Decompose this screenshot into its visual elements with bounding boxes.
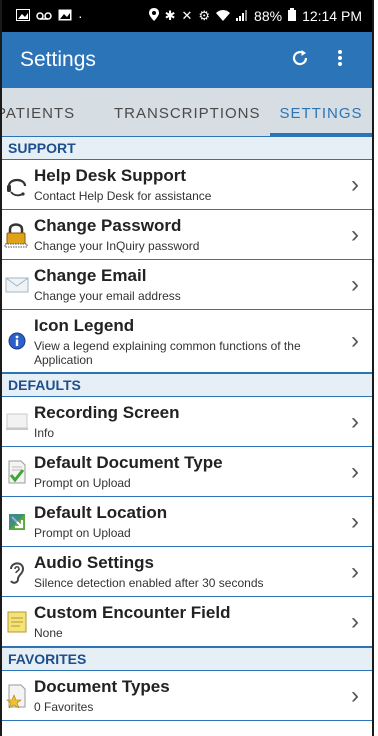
location-pin-icon — [148, 8, 159, 24]
note-icon — [2, 610, 32, 634]
tab-patients[interactable]: PATIENTS — [2, 105, 75, 136]
help-desk-support-row[interactable]: Help Desk Support Contact Help Desk for … — [2, 160, 372, 210]
row-title: Change Email — [34, 266, 147, 285]
battery-percent: 88% — [254, 8, 283, 24]
image-icon — [58, 9, 72, 24]
clock: 12:14 PM — [302, 8, 362, 24]
change-password-row[interactable]: Change Password Change your InQuiry pass… — [2, 210, 372, 260]
nfc-icon: ⚙ — [198, 8, 211, 23]
row-subtitle: Contact Help Desk for assistance — [34, 189, 212, 203]
tab-bar: PATIENTS TRANSCRIPTIONS SETTINGS — [2, 88, 372, 136]
row-title: Default Location — [34, 503, 168, 522]
chevron-right-icon: › — [351, 681, 359, 709]
chevron-right-icon: › — [351, 407, 359, 435]
status-notifications: · — [16, 8, 83, 24]
chevron-right-icon: › — [351, 220, 359, 248]
status-bar: · ✱ ✕ ⚙ 88% 12:14 PM — [2, 0, 372, 32]
chevron-right-icon: › — [351, 170, 359, 198]
tab-transcriptions[interactable]: TRANSCRIPTIONS — [114, 105, 261, 136]
custom-encounter-field-row[interactable]: Custom Encounter Field None › — [2, 597, 372, 647]
info-icon — [2, 332, 32, 350]
section-header-favorites: FAVORITES — [2, 647, 372, 671]
chevron-right-icon: › — [351, 507, 359, 535]
screen-icon — [2, 412, 32, 432]
section-header-defaults: DEFAULTS — [2, 373, 372, 397]
row-subtitle: Silence detection enabled after 30 secon… — [34, 576, 264, 590]
tab-settings[interactable]: SETTINGS — [270, 105, 372, 136]
default-location-row[interactable]: Default Location Prompt on Upload › — [2, 497, 372, 547]
document-check-icon — [2, 460, 32, 484]
recording-screen-row[interactable]: Recording Screen Info › — [2, 397, 372, 447]
row-text: Audio Settings Silence detection enabled… — [32, 550, 338, 593]
row-text: Default Location Prompt on Upload — [32, 500, 338, 543]
signal-icon — [236, 9, 248, 24]
row-text: Icon Legend View a legend explaining com… — [32, 313, 338, 370]
row-subtitle: None — [34, 626, 63, 640]
bluetooth-icon: ✱ — [164, 8, 176, 23]
ear-icon — [2, 559, 32, 585]
voicemail-icon — [36, 9, 52, 24]
dot-icon: · — [78, 8, 83, 24]
chevron-right-icon: › — [351, 270, 359, 298]
refresh-icon — [291, 47, 309, 72]
row-subtitle: 0 Favorites — [34, 700, 94, 714]
chevron-right-icon: › — [351, 327, 359, 354]
row-title: Change Password — [34, 216, 182, 235]
more-vert-icon — [337, 47, 343, 72]
audio-settings-row[interactable]: Audio Settings Silence detection enabled… — [2, 547, 372, 597]
document-star-icon — [2, 684, 32, 708]
location-arrow-icon — [2, 511, 32, 533]
gallery-icon — [16, 8, 30, 24]
row-text: Help Desk Support Contact Help Desk for … — [32, 163, 338, 206]
envelope-icon — [2, 276, 32, 294]
battery-icon — [288, 8, 297, 24]
row-title: Recording Screen — [34, 403, 180, 422]
chevron-right-icon: › — [351, 557, 359, 585]
status-system: ✱ ✕ ⚙ 88% 12:14 PM — [148, 8, 362, 24]
mute-icon: ✕ — [181, 8, 193, 23]
refresh-button[interactable] — [280, 47, 320, 73]
change-email-row[interactable]: Change Email Change your email address › — [2, 260, 372, 310]
row-subtitle: Info — [34, 426, 55, 440]
row-text: Custom Encounter Field None — [32, 600, 338, 643]
headset-icon — [2, 172, 32, 198]
row-text: Change Password Change your InQuiry pass… — [32, 213, 338, 256]
default-document-type-row[interactable]: Default Document Type Prompt on Upload › — [2, 447, 372, 497]
row-title: Help Desk Support — [34, 166, 187, 185]
wifi-icon — [216, 9, 231, 24]
row-title: Default Document Type — [34, 453, 223, 472]
chevron-right-icon: › — [351, 607, 359, 635]
row-subtitle: View a legend explaining common function… — [34, 338, 301, 367]
row-text: Recording Screen Info — [32, 400, 338, 443]
lock-icon — [2, 221, 32, 249]
row-title: Document Types — [34, 677, 170, 696]
row-title: Audio Settings — [34, 553, 154, 572]
row-text: Default Document Type Prompt on Upload — [32, 450, 338, 493]
row-text: Change Email Change your email address — [32, 263, 338, 306]
row-subtitle: Prompt on Upload — [34, 526, 131, 540]
page-title: Settings — [20, 48, 96, 71]
more-options-button[interactable] — [320, 47, 360, 73]
document-types-row[interactable]: Document Types 0 Favorites › — [2, 671, 372, 721]
app-frame: · ✱ ✕ ⚙ 88% 12:14 PM Settings PATIENTS T… — [0, 0, 374, 736]
chevron-right-icon: › — [351, 457, 359, 485]
icon-legend-row[interactable]: Icon Legend View a legend explaining com… — [2, 310, 372, 373]
row-subtitle: Prompt on Upload — [34, 476, 131, 490]
row-title: Custom Encounter Field — [34, 603, 231, 622]
row-title: Icon Legend — [34, 315, 135, 335]
row-text: Document Types 0 Favorites — [32, 674, 338, 717]
app-bar: Settings — [2, 32, 372, 88]
row-subtitle: Change your InQuiry password — [34, 239, 200, 253]
section-header-support: SUPPORT — [2, 136, 372, 160]
row-subtitle: Change your email address — [34, 289, 181, 303]
